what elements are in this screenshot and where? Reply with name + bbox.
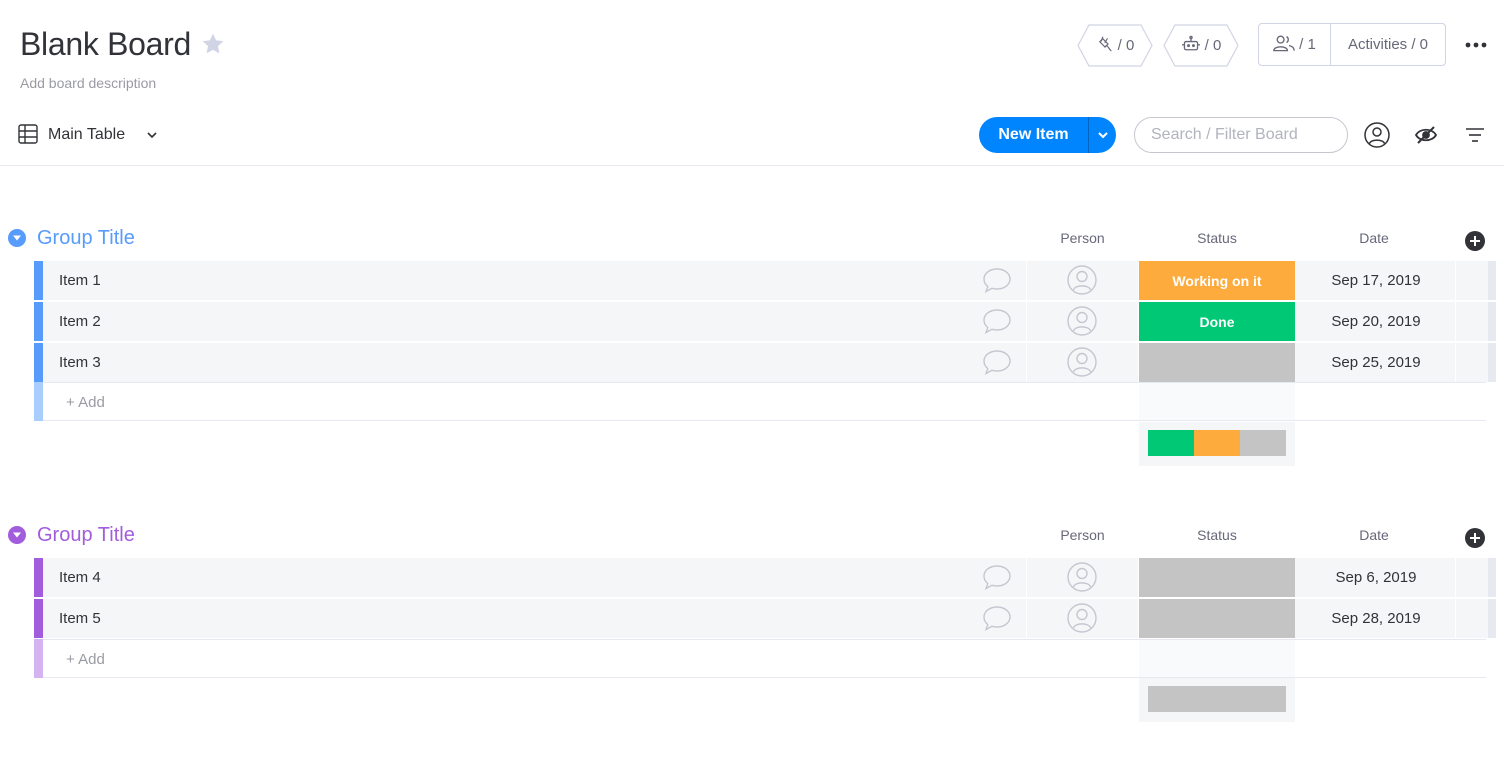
status-cell[interactable]: [1139, 558, 1295, 597]
status-summary-bar: [1148, 430, 1286, 456]
column-header-date[interactable]: Date: [1296, 527, 1452, 543]
group-1-add-item-row[interactable]: + Add: [34, 382, 1486, 421]
date-cell[interactable]: Sep 28, 2019: [1296, 599, 1456, 638]
table-row[interactable]: Item 5 Sep 28, 2019: [34, 599, 1496, 638]
star-icon[interactable]: [200, 31, 226, 57]
chevron-down-icon[interactable]: [145, 128, 159, 147]
main-table-view-tab[interactable]: Main Table: [48, 126, 125, 144]
automations-count: / 0: [1204, 37, 1222, 54]
group-1-collapse-toggle[interactable]: [8, 229, 26, 247]
add-item-label[interactable]: + Add: [66, 651, 105, 668]
toolbar-divider: [0, 165, 1504, 166]
group-color-bar: [34, 599, 43, 638]
table-row[interactable]: Item 3 Sep 25, 2019: [34, 343, 1496, 382]
new-item-dropdown-chevron-icon[interactable]: [1089, 117, 1116, 153]
group-1-status-summary: [1139, 422, 1295, 466]
table-row[interactable]: Item 1 Working on it Sep 17, 2019: [34, 261, 1496, 300]
group-color-bar: [34, 261, 43, 300]
person-avatar-icon[interactable]: [1067, 347, 1097, 382]
status-cell[interactable]: [1139, 599, 1295, 638]
group-color-bar: [34, 302, 43, 341]
item-name[interactable]: Item 5: [59, 610, 101, 627]
person-avatar-icon[interactable]: [1067, 265, 1097, 300]
column-header-date[interactable]: Date: [1296, 230, 1452, 246]
robot-icon: [1181, 35, 1201, 57]
members-count: / 1: [1299, 36, 1316, 53]
chat-bubble-icon[interactable]: [982, 348, 1012, 381]
plus-circle-icon[interactable]: [1465, 528, 1485, 548]
plus-circle-icon[interactable]: [1465, 231, 1485, 251]
item-name[interactable]: Item 4: [59, 569, 101, 586]
person-circle-icon[interactable]: [1364, 122, 1390, 153]
activities-button[interactable]: Activities / 0: [1331, 36, 1445, 53]
person-avatar-icon[interactable]: [1067, 562, 1097, 597]
board-description[interactable]: Add board description: [20, 75, 156, 91]
eye-slash-icon[interactable]: [1414, 124, 1438, 151]
chat-bubble-icon[interactable]: [982, 266, 1012, 299]
add-item-label[interactable]: + Add: [66, 394, 105, 411]
search-filter-input[interactable]: [1134, 117, 1348, 153]
table-icon[interactable]: [18, 124, 38, 149]
table-row[interactable]: Item 2 Done Sep 20, 2019: [34, 302, 1496, 341]
group-2-title[interactable]: Group Title: [37, 524, 135, 547]
integrations-count: / 0: [1117, 37, 1135, 54]
chat-bubble-icon[interactable]: [982, 604, 1012, 637]
column-header-status[interactable]: Status: [1139, 527, 1295, 543]
item-name[interactable]: Item 2: [59, 313, 101, 330]
group-color-bar: [34, 343, 43, 382]
date-cell[interactable]: Sep 6, 2019: [1296, 558, 1456, 597]
group-2-collapse-toggle[interactable]: [8, 526, 26, 544]
status-cell[interactable]: Done: [1139, 302, 1295, 341]
status-summary-segment[interactable]: [1193, 430, 1240, 456]
group-color-bar: [34, 558, 43, 597]
status-cell[interactable]: [1139, 343, 1295, 382]
members-button[interactable]: / 1: [1259, 24, 1331, 65]
filter-icon[interactable]: [1465, 126, 1485, 149]
group-color-bar: [34, 639, 43, 678]
board-members-activities: / 1 Activities / 0: [1258, 23, 1446, 66]
status-summary-segment[interactable]: [1148, 430, 1194, 456]
new-item-label[interactable]: New Item: [979, 117, 1088, 153]
item-name[interactable]: Item 3: [59, 354, 101, 371]
plug-icon: [1096, 35, 1114, 57]
column-header-status[interactable]: Status: [1139, 230, 1295, 246]
group-2-status-summary: [1139, 678, 1295, 722]
status-summary-segment[interactable]: [1239, 430, 1286, 456]
new-item-button[interactable]: New Item: [979, 117, 1116, 153]
table-row[interactable]: Item 4 Sep 6, 2019: [34, 558, 1496, 597]
date-cell[interactable]: Sep 17, 2019: [1296, 261, 1456, 300]
chat-bubble-icon[interactable]: [982, 307, 1012, 340]
date-cell[interactable]: Sep 25, 2019: [1296, 343, 1456, 382]
date-cell[interactable]: Sep 20, 2019: [1296, 302, 1456, 341]
group-color-bar: [34, 382, 43, 421]
column-header-person[interactable]: Person: [1030, 527, 1135, 543]
people-icon: [1273, 34, 1295, 56]
automations-button[interactable]: / 0: [1163, 24, 1239, 67]
column-header-person[interactable]: Person: [1030, 230, 1135, 246]
integrations-button[interactable]: / 0: [1077, 24, 1153, 67]
person-avatar-icon[interactable]: [1067, 306, 1097, 341]
status-cell[interactable]: Working on it: [1139, 261, 1295, 300]
status-summary-segment[interactable]: [1148, 686, 1286, 712]
group-1-title[interactable]: Group Title: [37, 227, 135, 250]
more-dots-icon[interactable]: [1462, 36, 1490, 54]
chat-bubble-icon[interactable]: [982, 563, 1012, 596]
item-name[interactable]: Item 1: [59, 272, 101, 289]
person-avatar-icon[interactable]: [1067, 603, 1097, 638]
board-title[interactable]: Blank Board: [20, 26, 191, 63]
status-summary-bar: [1148, 686, 1286, 712]
group-2-add-item-row[interactable]: + Add: [34, 639, 1486, 678]
